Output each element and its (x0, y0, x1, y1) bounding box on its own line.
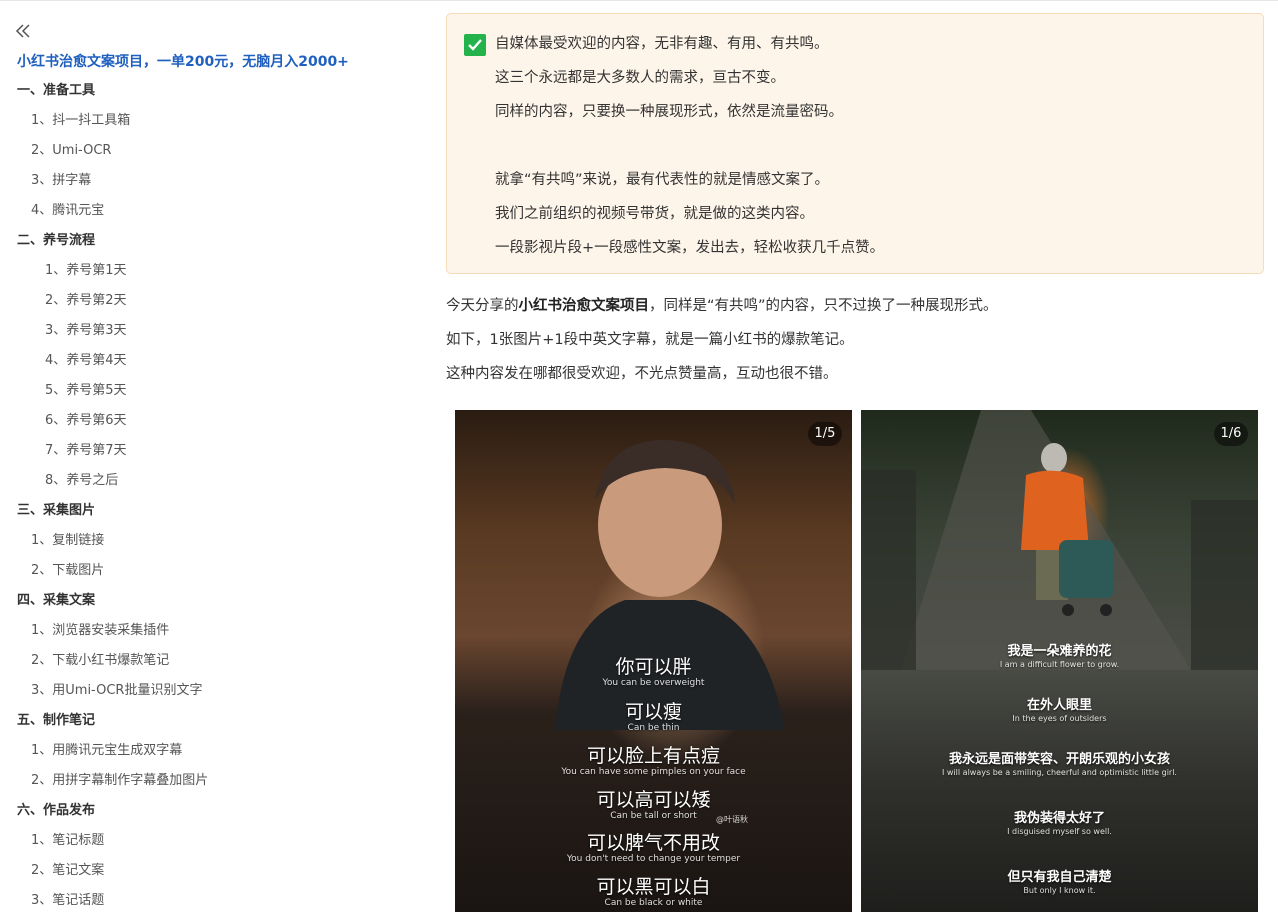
toc-title[interactable]: 小红书治愈文案项目，一单200元，无脑月入2000+ (17, 51, 349, 71)
page-indicator-badge: 1/6 (1214, 422, 1248, 446)
callout-box: 自媒体最受欢迎的内容，无非有趣、有用、有共鸣。 这三个永远都是大多数人的需求，亘… (446, 13, 1264, 274)
subtitle: 我永远是面带笑容、开朗乐观的小女孩 I will always be a smil… (861, 752, 1258, 778)
toc-item[interactable]: 3、养号第3天 (0, 316, 208, 346)
subtitle: 我伪装得太好了 I disguised myself so well. (861, 811, 1258, 837)
subtitle-en: I am a difficult flower to grow. (999, 660, 1120, 669)
toc-item[interactable]: 1、养号第1天 (0, 256, 208, 286)
subtitle-en: In the eyes of outsiders (1012, 714, 1107, 723)
toc-item[interactable]: 1、笔记标题 (0, 826, 208, 856)
collapse-sidebar-icon[interactable] (14, 22, 34, 42)
callout-line: 一段影视片段+一段感性文案，发出去，轻松收获几千点赞。 (495, 240, 885, 256)
subtitle: 可以瘦 Can be thin (455, 701, 852, 734)
subtitle-cn: 我伪装得太好了 (1013, 811, 1105, 826)
toc-list: 一、准备工具 1、抖一抖工具箱 2、Umi-OCR 3、拼字幕 4、腾讯元宝 二、养号流程… (0, 76, 208, 916)
subtitle: 可以黑可以白 Can be black or white (455, 876, 852, 909)
example-image-1[interactable]: 1/5 你可以胖 You can be overweight 可以瘦 Can be … (455, 410, 852, 912)
toc-item[interactable]: 8、养号之后 (0, 466, 208, 496)
subtitle: 但只有我自己清楚 But only I know it. (861, 870, 1258, 896)
subtitle-en: Can be black or white (604, 898, 703, 908)
subtitle: 我是一朵难养的花 I am a difficult flower to grow. (861, 644, 1258, 670)
toc-item[interactable]: 3、拼字幕 (0, 166, 208, 196)
callout-line: 我们之前组织的视频号带货，就是做的这类内容。 (495, 206, 814, 222)
example-image-2[interactable]: 1/6 我是一朵难养的花 I am a difficult flower to g… (861, 410, 1258, 912)
subtitle-en: I will always be a smiling, cheerful and… (942, 768, 1177, 777)
callout-line: 同样的内容，只要换一种展现形式，依然是流量密码。 (495, 104, 843, 120)
subtitle-cn: 我永远是面带笑容、开朗乐观的小女孩 (948, 752, 1170, 767)
callout-line: 自媒体最受欢迎的内容，无非有趣、有用、有共鸣。 (495, 36, 829, 52)
callout-text: 自媒体最受欢迎的内容，无非有趣、有用、有共鸣。 这三个永远都是大多数人的需求，亘… (495, 31, 884, 269)
toc-item[interactable]: 2、下载小红书爆款笔记 (0, 646, 208, 676)
page-indicator-badge: 1/5 (808, 422, 842, 446)
watermark-text: @叶语秋 (716, 815, 748, 824)
toc-item[interactable]: 1、复制链接 (0, 526, 208, 556)
toc-item[interactable]: 三、采集图片 (0, 496, 208, 526)
toc-item[interactable]: 5、养号第5天 (0, 376, 208, 406)
toc-item[interactable]: 2、下载图片 (0, 556, 208, 586)
toc-item[interactable]: 2、Umi-OCR (0, 136, 208, 166)
article-paragraphs: 今天分享的小红书治愈文案项目，同样是“有共鸣”的内容，只不过换了一种展现形式。 … (446, 293, 998, 395)
subtitle-en: You can be overweight (602, 678, 705, 688)
paragraph-text: ，同样是“有共鸣”的内容，只不过换了一种展现形式。 (649, 298, 998, 314)
subtitle-cn: 可以瘦 (624, 701, 682, 723)
callout-line: 就拿“有共鸣”来说，最有代表性的就是情感文案了。 (495, 172, 830, 188)
subtitle-cn: 可以脾气不用改 (586, 832, 720, 854)
paragraph-bold-text: 小红书治愈文案项目 (518, 298, 650, 314)
subtitle-cn: 在外人眼里 (1026, 698, 1092, 713)
toc-item[interactable]: 7、养号第7天 (0, 436, 208, 466)
toc-item[interactable]: 3、用Umi-OCR批量识别文字 (0, 676, 208, 706)
paragraph-text: 今天分享的 (446, 298, 519, 314)
paragraph-2: 如下，1张图片+1段中英文字幕，就是一篇小红书的爆款笔记。 (446, 332, 854, 348)
subtitle-en: I disguised myself so well. (1007, 827, 1112, 836)
subtitle: 你可以胖 You can be overweight (455, 656, 852, 689)
callout-line: 这三个永远都是大多数人的需求，亘古不变。 (495, 70, 785, 86)
subtitle-en: You don't need to change your temper (566, 854, 741, 864)
toc-item[interactable]: 4、腾讯元宝 (0, 196, 208, 226)
toc-item[interactable]: 二、养号流程 (0, 226, 208, 256)
paragraph-1: 今天分享的小红书治愈文案项目，同样是“有共鸣”的内容，只不过换了一种展现形式。 (446, 293, 998, 327)
toc-item[interactable]: 1、抖一抖工具箱 (0, 106, 208, 136)
toc-item[interactable]: 1、浏览器安装采集插件 (0, 616, 208, 646)
toc-item[interactable]: 五、制作笔记 (0, 706, 208, 736)
park-path-scene (861, 410, 1258, 670)
subtitle: 可以高可以矮 Can be tall or short (455, 789, 852, 822)
subtitle-cn: 可以高可以矮 (596, 789, 711, 811)
toc-item[interactable]: 六、作品发布 (0, 796, 208, 826)
subtitle-en: But only I know it. (1023, 886, 1096, 895)
toc-item[interactable]: 2、用拼字幕制作字幕叠加图片 (0, 766, 208, 796)
subtitle-en: Can be tall or short (610, 811, 697, 821)
subtitle-cn: 我是一朵难养的花 (1007, 644, 1112, 659)
toc-item[interactable]: 2、养号第2天 (0, 286, 208, 316)
toc-sidebar: 小红书治愈文案项目，一单200元，无脑月入2000+ 一、准备工具 1、抖一抖工具… (0, 0, 420, 912)
subtitle: 可以脾气不用改 You don't need to change your tem… (455, 832, 852, 865)
toc-item[interactable]: 1、用腾讯元宝生成双字幕 (0, 736, 208, 766)
toc-item[interactable]: 四、采集文案 (0, 586, 208, 616)
subtitle: 在外人眼里 In the eyes of outsiders (861, 698, 1258, 724)
subtitle: 可以脸上有点痘 You can have some pimples on your… (455, 745, 852, 778)
subtitle-en: Can be thin (627, 723, 680, 733)
subtitle-cn: 可以脸上有点痘 (586, 745, 720, 767)
subtitle-cn: 但只有我自己清楚 (1007, 870, 1112, 885)
subtitle-cn: 你可以胖 (615, 656, 692, 678)
toc-item[interactable]: 4、养号第4天 (0, 346, 208, 376)
paragraph-3: 这种内容发在哪都很受欢迎，不光点赞量高，互动也很不错。 (446, 366, 838, 382)
toc-item[interactable]: 6、养号第6天 (0, 406, 208, 436)
callout-line-empty (495, 133, 884, 167)
toc-item[interactable]: 一、准备工具 (0, 76, 208, 106)
checkmark-icon (464, 34, 486, 56)
subtitle-en: You can have some pimples on your face (561, 767, 746, 777)
toc-item[interactable]: 2、笔记文案 (0, 856, 208, 886)
subtitle-cn: 可以黑可以白 (596, 876, 711, 898)
